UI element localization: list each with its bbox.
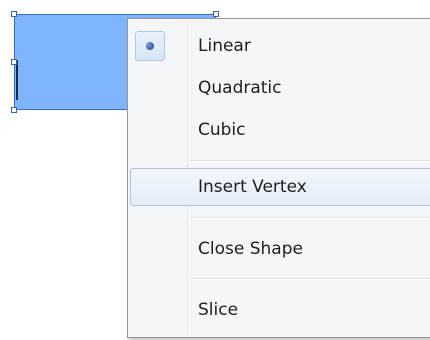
menu-item-label: Insert Vertex xyxy=(198,177,307,197)
menu-item-close-shape[interactable]: Close Shape xyxy=(130,230,430,268)
menu-separator xyxy=(190,160,430,162)
checked-indicator xyxy=(135,31,165,61)
menu-separator xyxy=(190,217,430,219)
resize-handle-bottom-left[interactable] xyxy=(11,107,17,113)
resize-handle-middle-left[interactable] xyxy=(11,59,17,65)
shape-edge-marker xyxy=(16,60,18,100)
menu-item-label: Close Shape xyxy=(198,239,303,259)
resize-handle-top-left[interactable] xyxy=(11,11,17,17)
resize-handle-top-right[interactable] xyxy=(213,11,219,17)
menu-separator xyxy=(190,278,430,280)
drawing-canvas[interactable]: Linear Quadratic Cubic Insert Vertex Clo… xyxy=(0,0,430,340)
context-menu: Linear Quadratic Cubic Insert Vertex Clo… xyxy=(127,18,430,338)
menu-item-label: Quadratic xyxy=(198,78,282,98)
menu-item-slice[interactable]: Slice xyxy=(130,291,430,329)
menu-item-insert-vertex[interactable]: Insert Vertex xyxy=(130,168,430,206)
menu-item-label: Cubic xyxy=(198,120,246,140)
radio-bullet-icon xyxy=(146,42,154,50)
menu-item-label: Linear xyxy=(198,36,251,56)
menu-item-label: Slice xyxy=(198,300,239,320)
menu-item-quadratic[interactable]: Quadratic xyxy=(130,69,430,107)
menu-item-cubic[interactable]: Cubic xyxy=(130,111,430,149)
menu-item-linear[interactable]: Linear xyxy=(130,27,430,65)
